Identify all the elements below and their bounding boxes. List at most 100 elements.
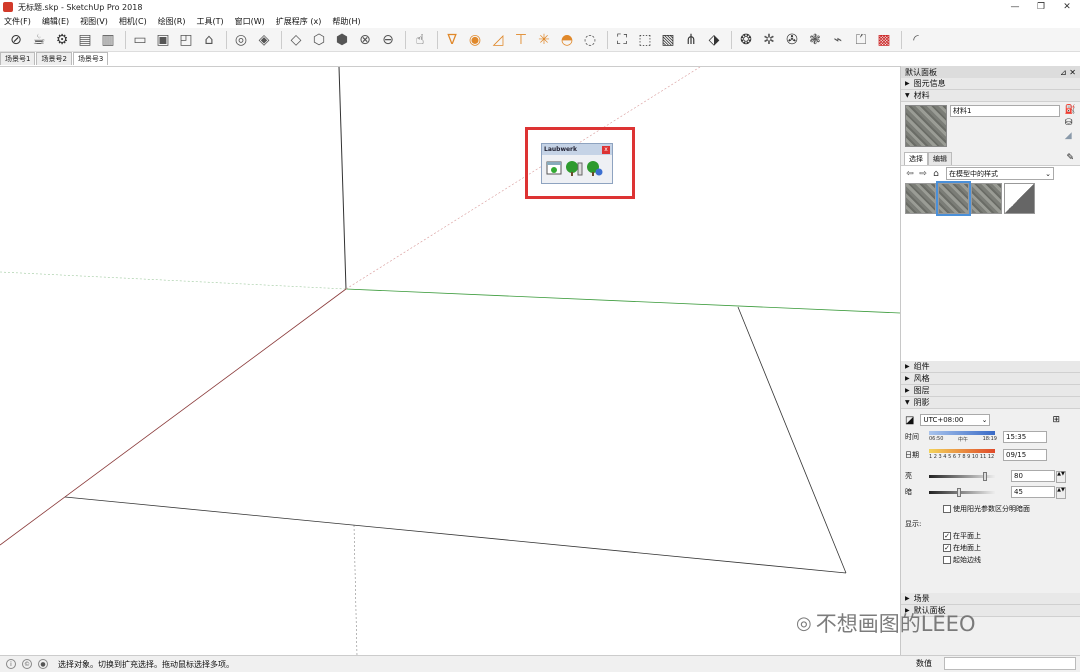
menu-tools[interactable]: 工具(T) [197,16,224,27]
dark-slider-thumb[interactable] [957,487,961,497]
home-icon[interactable]: ⌂ [931,169,941,179]
menu-help[interactable]: 帮助(H) [332,16,360,27]
menu-camera[interactable]: 相机(C) [119,16,147,27]
default-material-icon[interactable]: ◢ [1065,131,1076,141]
tab-scene-2[interactable]: 场景号2 [36,52,72,65]
tray-layers[interactable]: ▶ 图层 [901,385,1080,397]
teapot-icon[interactable]: ☕ [29,30,49,50]
drawing-viewport[interactable] [0,66,900,655]
bucket-icon[interactable]: ⏍ [851,30,871,50]
minimize-button[interactable]: — [1002,0,1028,14]
menu-file[interactable]: 文件(F) [4,16,31,27]
dark-spinner[interactable]: ▲▼ [1056,487,1066,499]
plant-browser-icon[interactable] [545,159,563,177]
grass-icon[interactable]: ⋔ [681,30,701,50]
credits-icon[interactable]: © [22,659,32,669]
sandbox-icon[interactable]: ⛶ [612,30,632,50]
dark-input[interactable]: 45 ▲▼ [1011,486,1066,499]
menu-extensions[interactable]: 扩展程序 (x) [276,16,322,27]
tab-scene-3[interactable]: 场景号3 [72,52,109,65]
shadow-toggle-icon[interactable]: ◪ [905,415,914,426]
time-slider[interactable]: 06:50 中午 18:19 [929,430,997,444]
date-slider[interactable]: 1 2 3 4 5 6 7 8 9 10 11 12 [929,448,997,462]
material-collection-select[interactable]: 在模型中的样式 ⌄ [946,167,1054,180]
curve-icon[interactable]: ◜ [906,30,926,50]
share-model-icon[interactable]: ◈ [254,30,274,50]
menu-view[interactable]: 视图(V) [80,16,108,27]
tab-select[interactable]: 选择 [904,152,928,165]
gear-icon[interactable]: ✲ [759,30,779,50]
eyedropper-icon[interactable]: ✎ [1066,153,1074,163]
date-input[interactable]: 09/15 [1003,449,1047,461]
box-icon[interactable]: ▧ [658,30,678,50]
close-button[interactable]: ✕ [1054,0,1080,14]
paint-bucket-icon[interactable]: ⛽ [1065,105,1076,115]
t-shape-icon[interactable]: ⊤ [511,30,531,50]
back-arrow-icon[interactable]: ⇦ [905,169,915,179]
tray-entity-info[interactable]: ▶ 图元信息 [901,78,1080,90]
material-name-field[interactable]: 材料1 [950,105,1060,117]
time-input[interactable]: 15:35 [1003,431,1047,443]
back-view-icon[interactable]: ⊖ [378,30,398,50]
camera-icon[interactable]: ❂ [736,30,756,50]
wrap-icon[interactable]: ⬗ [704,30,724,50]
plant-settings-icon[interactable] [585,159,603,177]
laubwerk-toolbar[interactable]: Laubwerk x [541,143,613,184]
tray-shadows[interactable]: ▼ 阴影 [901,397,1080,409]
material-thumb-translucent[interactable] [1004,183,1035,214]
tab-edit[interactable]: 编辑 [928,152,952,165]
menu-edit[interactable]: 编辑(E) [42,16,69,27]
image-icon[interactable]: ◰ [176,30,196,50]
menu-window[interactable]: 窗口(W) [235,16,265,27]
component-icon[interactable]: ⚙ [52,30,72,50]
geo-location-icon[interactable]: i [6,659,16,669]
timezone-select[interactable]: UTC+08:00 ⌄ [920,414,991,426]
material-thumb-selected[interactable] [936,181,971,216]
triangle-icon[interactable]: ◿ [488,30,508,50]
top-view-icon[interactable]: ⬡ [309,30,329,50]
funnel-icon[interactable]: ∇ [442,30,462,50]
tray-scenes[interactable]: ▶ 场景 [901,593,1080,605]
use-sun-checkbox[interactable] [943,505,951,513]
from-edges-checkbox[interactable] [943,556,951,564]
search-model-icon[interactable]: ◎ [231,30,251,50]
laubwerk-close-button[interactable]: x [602,145,610,154]
print-icon[interactable]: ▤ [75,30,95,50]
pointer-tool-icon[interactable]: ☝ [410,30,430,50]
tab-scene-1[interactable]: 场景号1 [0,52,36,65]
maximize-button[interactable]: ❐ [1028,0,1054,14]
iso-view-icon[interactable]: ◇ [286,30,306,50]
render-icon[interactable]: ❃ [805,30,825,50]
window-layout-icon[interactable]: ▣ [153,30,173,50]
tray-components[interactable]: ▶ 组件 [901,361,1080,373]
cube-icon[interactable]: ⬚ [635,30,655,50]
select-tool-icon[interactable]: ⊘ [6,30,26,50]
forward-arrow-icon[interactable]: ⇨ [918,169,928,179]
burst-icon[interactable]: ✳ [534,30,554,50]
on-ground-checkbox[interactable]: ✓ [943,544,951,552]
window-view-icon[interactable]: ▭ [130,30,150,50]
layout-icon[interactable]: ▩ [874,30,894,50]
light-input[interactable]: 80 ▲▼ [1011,470,1066,483]
light-slider[interactable] [929,471,995,481]
tray-pin-close[interactable]: ⊿ ✕ [1060,68,1076,77]
measurements-input[interactable] [944,657,1076,670]
gray-circle-icon[interactable]: ◌ [580,30,600,50]
light-spinner[interactable]: ▲▼ [1056,471,1066,483]
paint-icon[interactable]: ⌁ [828,30,848,50]
sun-icon[interactable]: ⊞ [1052,415,1060,425]
tray-styles[interactable]: ▶ 风格 [901,373,1080,385]
material-thumb[interactable] [905,183,936,214]
create-material-icon[interactable]: ⛁ [1065,118,1076,128]
material-thumb[interactable] [971,183,1002,214]
circle-target-icon[interactable]: ◉ [465,30,485,50]
user-icon[interactable]: ● [38,659,48,669]
light-slider-thumb[interactable] [983,471,987,481]
front-view-icon[interactable]: ⬢ [332,30,352,50]
dome-icon[interactable]: ◓ [557,30,577,50]
menu-draw[interactable]: 绘图(R) [158,16,186,27]
tray-materials[interactable]: ▼ 材料 [901,90,1080,102]
plant-edit-icon[interactable] [565,159,583,177]
model-info-icon[interactable]: ▥ [98,30,118,50]
right-view-icon[interactable]: ⊗ [355,30,375,50]
